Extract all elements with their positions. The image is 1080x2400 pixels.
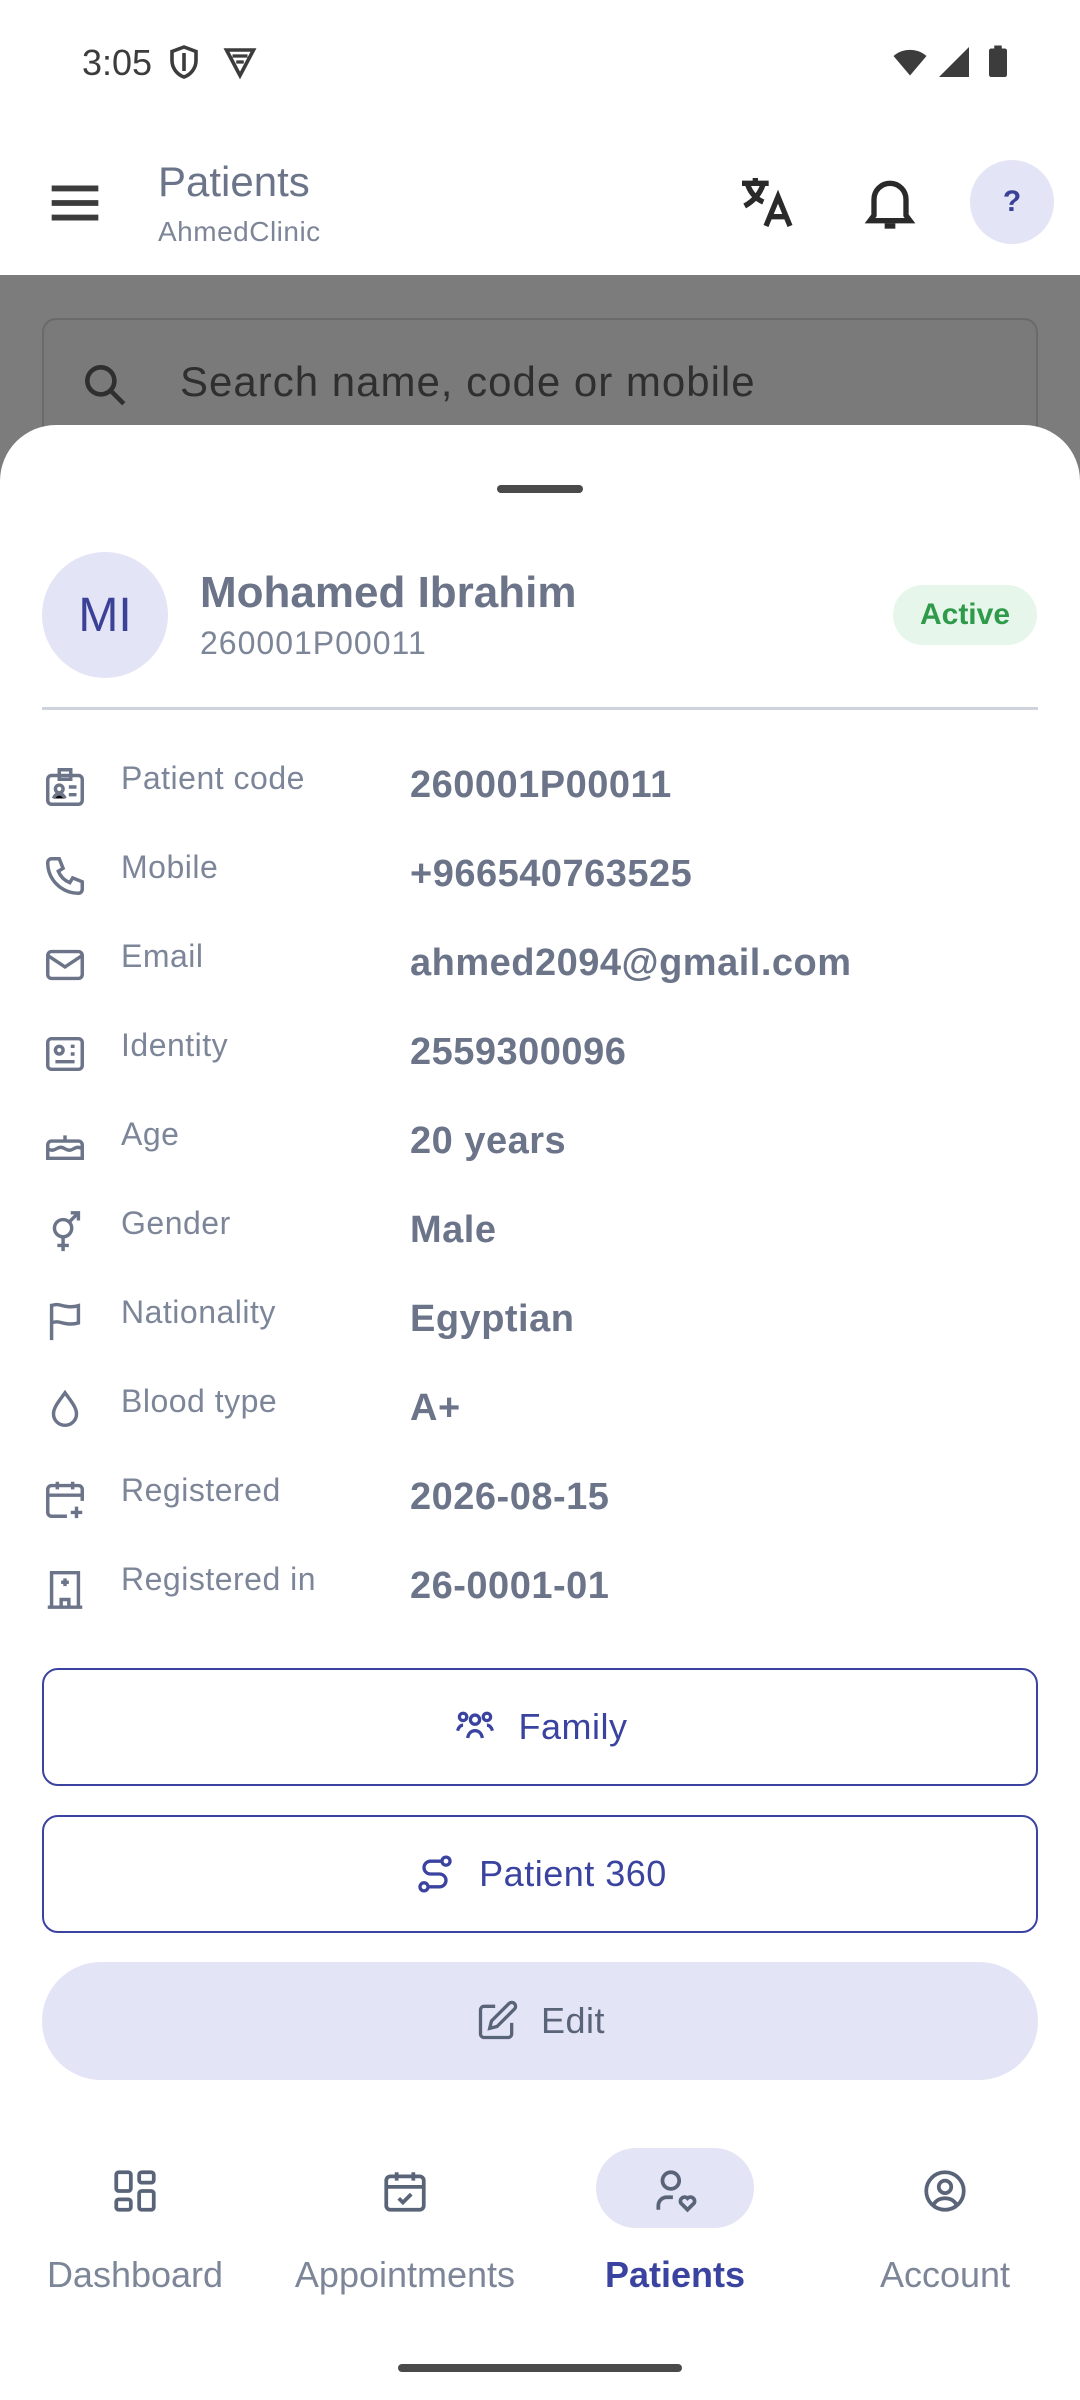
flag-icon xyxy=(49,1302,81,1341)
detail-row-registered-in: Registered in 26-0001-01 xyxy=(0,1561,1080,1650)
nav-patients[interactable]: Patients xyxy=(540,2148,810,2308)
patient-360-label: Patient 360 xyxy=(479,1853,667,1894)
patient-name: Mohamed Ibrahim xyxy=(200,568,577,617)
patient-detail-sheet: MI Mohamed Ibrahim 260001P00011 Active P… xyxy=(0,425,1080,2400)
status-badge: Active xyxy=(893,585,1037,645)
detail-value: 20 years xyxy=(410,1120,567,1162)
patient-code: 260001P00011 xyxy=(200,625,427,661)
detail-value: 26-0001-01 xyxy=(410,1565,610,1607)
divider xyxy=(42,707,1038,710)
translate-icon[interactable] xyxy=(734,170,798,234)
status-time: 3:05 xyxy=(82,42,153,83)
search-icon xyxy=(85,365,126,406)
users-icon xyxy=(455,1711,494,1739)
detail-value: +966540763525 xyxy=(410,853,693,895)
phone-icon xyxy=(46,857,84,895)
family-label: Family xyxy=(518,1706,628,1747)
nav-label: Appointments xyxy=(294,2254,516,2295)
bell-icon[interactable] xyxy=(858,170,922,234)
droplet-icon xyxy=(51,1389,79,1427)
detail-label: Registered xyxy=(121,1472,281,1508)
clinic-name: AhmedClinic xyxy=(158,216,321,247)
patient-360-button[interactable]: Patient 360 xyxy=(42,1815,1038,1933)
detail-row-age: Age 20 years xyxy=(0,1116,1080,1205)
id-card-icon xyxy=(46,1036,84,1072)
shield-icon xyxy=(170,45,198,79)
page-title: Patients xyxy=(158,158,310,205)
detail-label: Age xyxy=(121,1116,180,1152)
home-indicator[interactable] xyxy=(398,2364,682,2372)
detail-row-mobile: Mobile +966540763525 xyxy=(0,849,1080,938)
route-icon xyxy=(418,1855,452,1893)
drag-handle[interactable] xyxy=(497,485,583,493)
nav-label: Account xyxy=(879,2254,1011,2295)
detail-value: Male xyxy=(410,1209,497,1251)
hospital-icon xyxy=(47,1570,83,1609)
detail-label: Email xyxy=(121,938,204,974)
detail-row-blood-type: Blood type A+ xyxy=(0,1383,1080,1472)
app-bar: Patients AhmedClinic ? xyxy=(0,130,1080,275)
nav-appointments[interactable]: Appointments xyxy=(270,2158,540,2308)
calendar-plus-icon xyxy=(46,1481,84,1519)
detail-label: Identity xyxy=(121,1027,229,1063)
detail-row-nationality: Nationality Egyptian xyxy=(0,1294,1080,1383)
nav-label: Dashboard xyxy=(46,2254,224,2295)
detail-row-registered: Registered 2026-08-15 xyxy=(0,1472,1080,1561)
detail-label: Blood type xyxy=(121,1383,278,1419)
edit-icon xyxy=(478,2000,518,2040)
detail-label: Registered in xyxy=(121,1561,317,1597)
edit-button[interactable]: Edit xyxy=(42,1962,1038,2080)
menu-icon[interactable] xyxy=(40,168,110,238)
nav-label: Patients xyxy=(604,2254,746,2295)
user-heart-icon xyxy=(656,2170,697,2213)
dashboard-icon xyxy=(114,2170,156,2212)
detail-row-email: Email ahmed2094@gmail.com xyxy=(0,938,1080,1027)
search-placeholder: Search name, code or mobile xyxy=(180,358,756,405)
detail-label: Gender xyxy=(121,1205,231,1241)
vpn-icon xyxy=(223,48,257,80)
status-bar: 3:05 xyxy=(0,0,1080,130)
user-circle-icon xyxy=(924,2170,966,2212)
family-button[interactable]: Family xyxy=(42,1668,1038,1786)
help-button[interactable]: ? xyxy=(970,160,1054,244)
nav-account[interactable]: Account xyxy=(810,2158,1080,2308)
avatar: MI xyxy=(42,552,168,678)
edit-label: Edit xyxy=(540,2000,606,2041)
detail-row-patient-code: Patient code 260001P00011 xyxy=(0,760,1080,849)
detail-row-gender: Gender Male xyxy=(0,1205,1080,1294)
detail-label: Patient code xyxy=(121,760,305,796)
calendar-check-icon xyxy=(384,2172,426,2212)
cake-icon xyxy=(46,1135,84,1161)
detail-label: Mobile xyxy=(121,849,219,885)
mail-icon xyxy=(46,949,84,981)
detail-row-identity: Identity 2559300096 xyxy=(0,1027,1080,1116)
gender-icon xyxy=(52,1211,81,1252)
detail-value: 260001P00011 xyxy=(410,764,672,806)
bottom-nav: Dashboard Appointments Patients Account xyxy=(0,2130,1080,2400)
detail-value: 2026-08-15 xyxy=(410,1476,610,1518)
nav-dashboard[interactable]: Dashboard xyxy=(0,2158,270,2308)
wifi-icon xyxy=(893,49,927,76)
detail-label: Nationality xyxy=(121,1294,276,1330)
detail-value: A+ xyxy=(410,1387,461,1429)
battery-icon xyxy=(989,45,1007,77)
signal-icon xyxy=(939,47,969,77)
detail-value: ahmed2094@gmail.com xyxy=(410,942,852,984)
detail-value: 2559300096 xyxy=(410,1031,627,1073)
detail-value: Egyptian xyxy=(410,1298,575,1340)
id-badge-icon xyxy=(46,768,84,806)
